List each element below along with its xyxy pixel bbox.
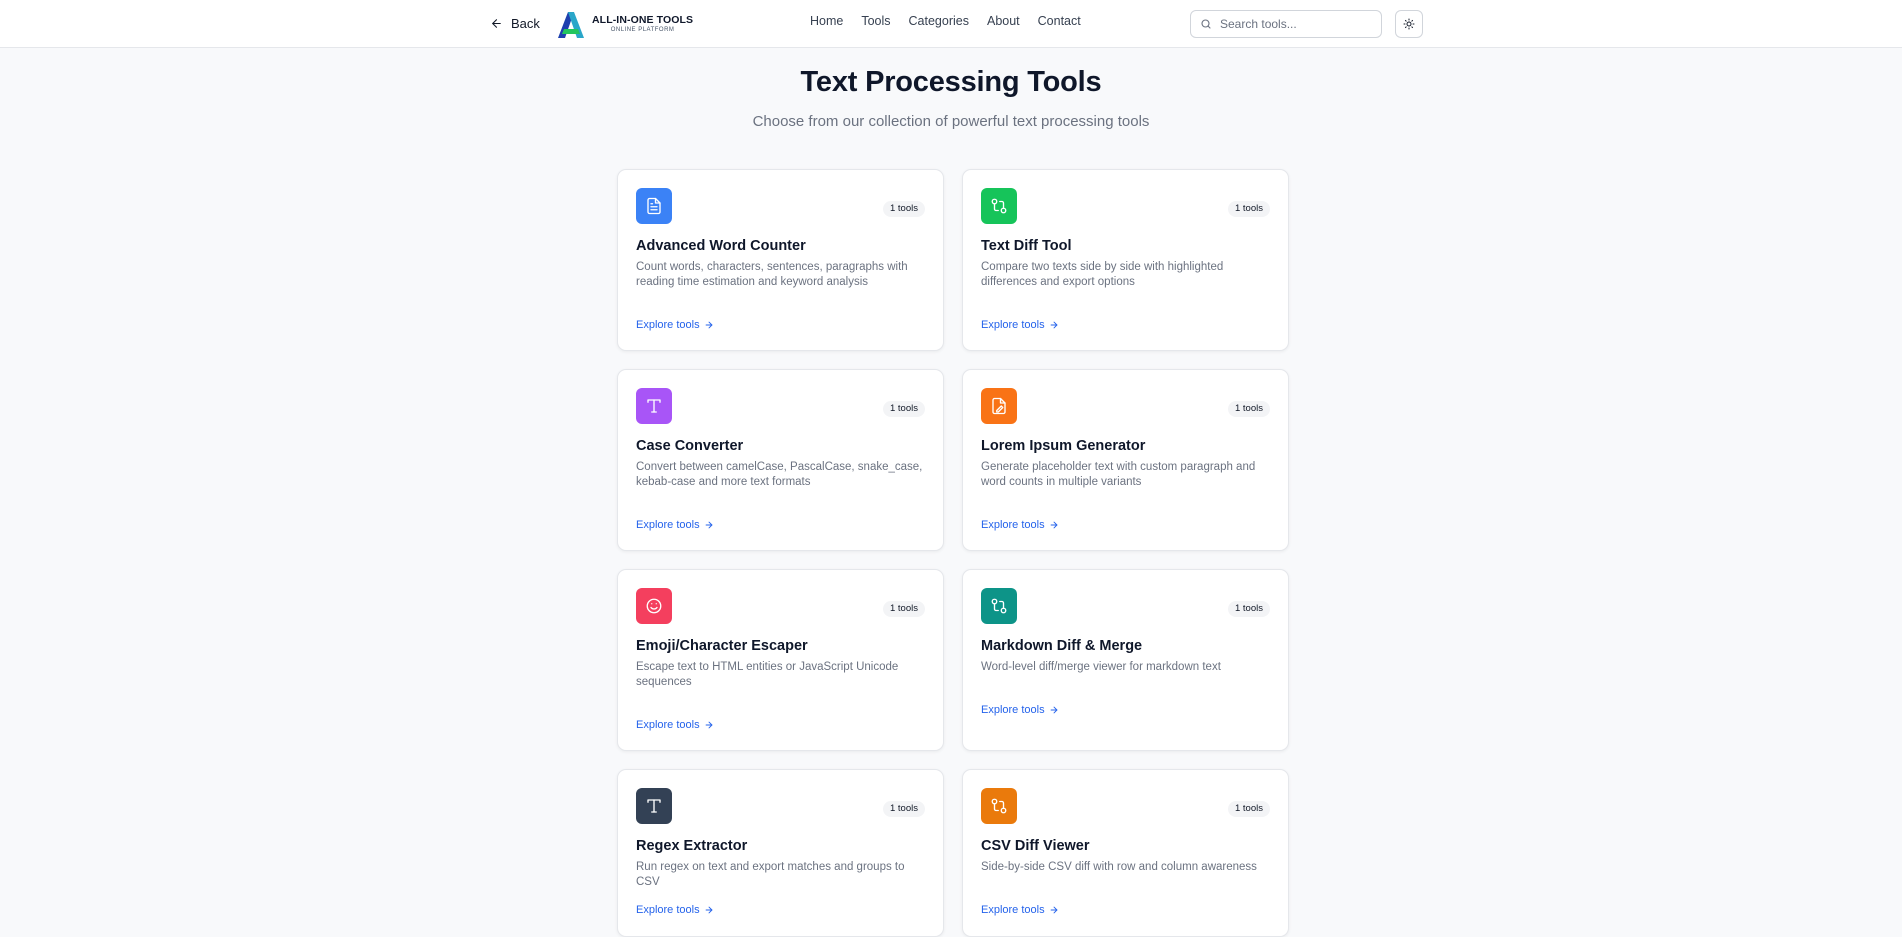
card-description: Run regex on text and export matches and…	[636, 861, 905, 888]
explore-label: Explore tools	[981, 904, 1045, 916]
logo-subtitle: ONLINE PLATFORM	[610, 27, 675, 34]
card-title: Emoji/Character Escaper	[636, 638, 808, 654]
card-description: Escape text to HTML entities or JavaScri…	[636, 661, 899, 688]
smile-icon	[646, 598, 662, 614]
sun-icon	[1403, 18, 1415, 30]
explore-label: Explore tools	[981, 319, 1045, 331]
site-logo[interactable]: ALL-IN-ONE TOOLS ONLINE PLATFORM	[555, 8, 693, 40]
explore-tools-link[interactable]: Explore tools	[981, 904, 1059, 916]
tool-card-lorem-ipsum-generator[interactable]: 1 tools Lorem Ipsum Generator Generate p…	[962, 369, 1289, 551]
card-title: Markdown Diff & Merge	[981, 638, 1143, 654]
explore-tools-link[interactable]: Explore tools	[636, 519, 714, 531]
arrow-left-icon	[492, 18, 501, 28]
tool-icon-bg	[636, 588, 672, 624]
arrow-right-icon	[1050, 521, 1057, 529]
search-input[interactable]	[1220, 17, 1370, 31]
nav-home[interactable]: Home	[810, 14, 843, 28]
card-title: Text Diff Tool	[981, 238, 1072, 254]
tools-count-badge: 1 tools	[1228, 201, 1270, 217]
git-compare-icon	[991, 598, 1007, 614]
nav-categories[interactable]: Categories	[909, 14, 969, 28]
tool-card-advanced-word-counter[interactable]: 1 tools Advanced Word Counter Count word…	[617, 169, 944, 351]
tool-card-markdown-diff-merge[interactable]: 1 tools Markdown Diff & Merge Word-level…	[962, 569, 1289, 751]
card-title: Regex Extractor	[636, 838, 748, 854]
explore-label: Explore tools	[636, 519, 700, 531]
tool-card-case-converter[interactable]: 1 tools Case Converter Convert between c…	[617, 369, 944, 551]
logo-mark-icon	[558, 12, 584, 38]
explore-label: Explore tools	[636, 904, 700, 916]
nav-tools[interactable]: Tools	[861, 14, 890, 28]
explore-tools-link[interactable]: Explore tools	[636, 719, 714, 731]
tool-icon-bg	[981, 588, 1017, 624]
tool-card-regex-extractor[interactable]: 1 tools Regex Extractor Run regex on tex…	[617, 769, 944, 937]
tools-count-badge: 1 tools	[1228, 801, 1270, 817]
card-description: Side-by-side CSV diff with row and colum…	[981, 861, 1257, 873]
tool-icon-bg	[636, 388, 672, 424]
explore-label: Explore tools	[636, 319, 700, 331]
tools-count-badge: 1 tools	[883, 801, 925, 817]
tool-card-text-diff-tool[interactable]: 1 tools Text Diff Tool Compare two texts…	[962, 169, 1289, 351]
tools-count-badge: 1 tools	[883, 401, 925, 417]
file-edit-icon	[992, 397, 1006, 415]
explore-label: Explore tools	[981, 704, 1045, 716]
tools-count-badge: 1 tools	[883, 201, 925, 217]
explore-tools-link[interactable]: Explore tools	[981, 519, 1059, 531]
card-title: CSV Diff Viewer	[981, 838, 1090, 854]
card-description: Count words, characters, sentences, para…	[636, 261, 908, 288]
tools-count-badge: 1 tools	[1228, 601, 1270, 617]
card-description: Generate placeholder text with custom pa…	[981, 461, 1256, 488]
explore-tools-link[interactable]: Explore tools	[636, 319, 714, 331]
arrow-right-icon	[705, 521, 712, 529]
tool-icon-bg	[636, 188, 672, 224]
explore-tools-link[interactable]: Explore tools	[981, 319, 1059, 331]
tools-grid: 1 tools Advanced Word Counter Count word…	[617, 169, 1289, 937]
arrow-right-icon	[1050, 706, 1057, 714]
arrow-right-icon	[705, 906, 712, 914]
explore-label: Explore tools	[981, 519, 1045, 531]
arrow-right-icon	[705, 721, 712, 729]
card-title: Advanced Word Counter	[636, 238, 806, 254]
search-icon	[1201, 19, 1211, 29]
theme-toggle-button[interactable]	[1395, 10, 1423, 38]
arrow-right-icon	[1050, 321, 1057, 329]
top-navbar: Back ALL-IN-ONE TOOLS ONLINE PLATFORM Ho…	[0, 0, 1902, 48]
page-title: Text Processing Tools	[800, 66, 1102, 98]
tool-icon-bg	[981, 388, 1017, 424]
arrow-right-icon	[1050, 906, 1057, 914]
search-box[interactable]	[1190, 10, 1382, 38]
card-title: Lorem Ipsum Generator	[981, 438, 1146, 454]
page-subtitle: Choose from our collection of powerful t…	[752, 113, 1150, 130]
type-icon	[647, 399, 661, 413]
file-text-icon	[647, 197, 661, 215]
explore-tools-link[interactable]: Explore tools	[981, 704, 1059, 716]
tool-icon-bg	[636, 788, 672, 824]
card-description: Compare two texts side by side with high…	[981, 261, 1224, 288]
back-button[interactable]: Back	[490, 13, 540, 33]
git-compare-icon	[991, 798, 1007, 814]
card-title: Case Converter	[636, 438, 744, 454]
explore-tools-link[interactable]: Explore tools	[636, 904, 714, 916]
main-nav: Home Tools Categories About Contact	[810, 14, 1099, 28]
back-label: Back	[511, 15, 540, 31]
nav-about[interactable]: About	[987, 14, 1020, 28]
tools-count-badge: 1 tools	[883, 601, 925, 617]
arrow-right-icon	[705, 321, 712, 329]
card-description: Convert between camelCase, PascalCase, s…	[636, 461, 923, 488]
logo-title: ALL-IN-ONE TOOLS	[592, 13, 694, 26]
tool-icon-bg	[981, 188, 1017, 224]
tools-count-badge: 1 tools	[1228, 401, 1270, 417]
tool-card-csv-diff-viewer[interactable]: 1 tools CSV Diff Viewer Side-by-side CSV…	[962, 769, 1289, 937]
tool-icon-bg	[981, 788, 1017, 824]
card-description: Word-level diff/merge viewer for markdow…	[981, 661, 1221, 673]
explore-label: Explore tools	[636, 719, 700, 731]
type-icon	[647, 799, 661, 813]
tool-card-emoji-character-escaper[interactable]: 1 tools Emoji/Character Escaper Escape t…	[617, 569, 944, 751]
nav-contact[interactable]: Contact	[1038, 14, 1081, 28]
git-compare-icon	[991, 198, 1007, 214]
